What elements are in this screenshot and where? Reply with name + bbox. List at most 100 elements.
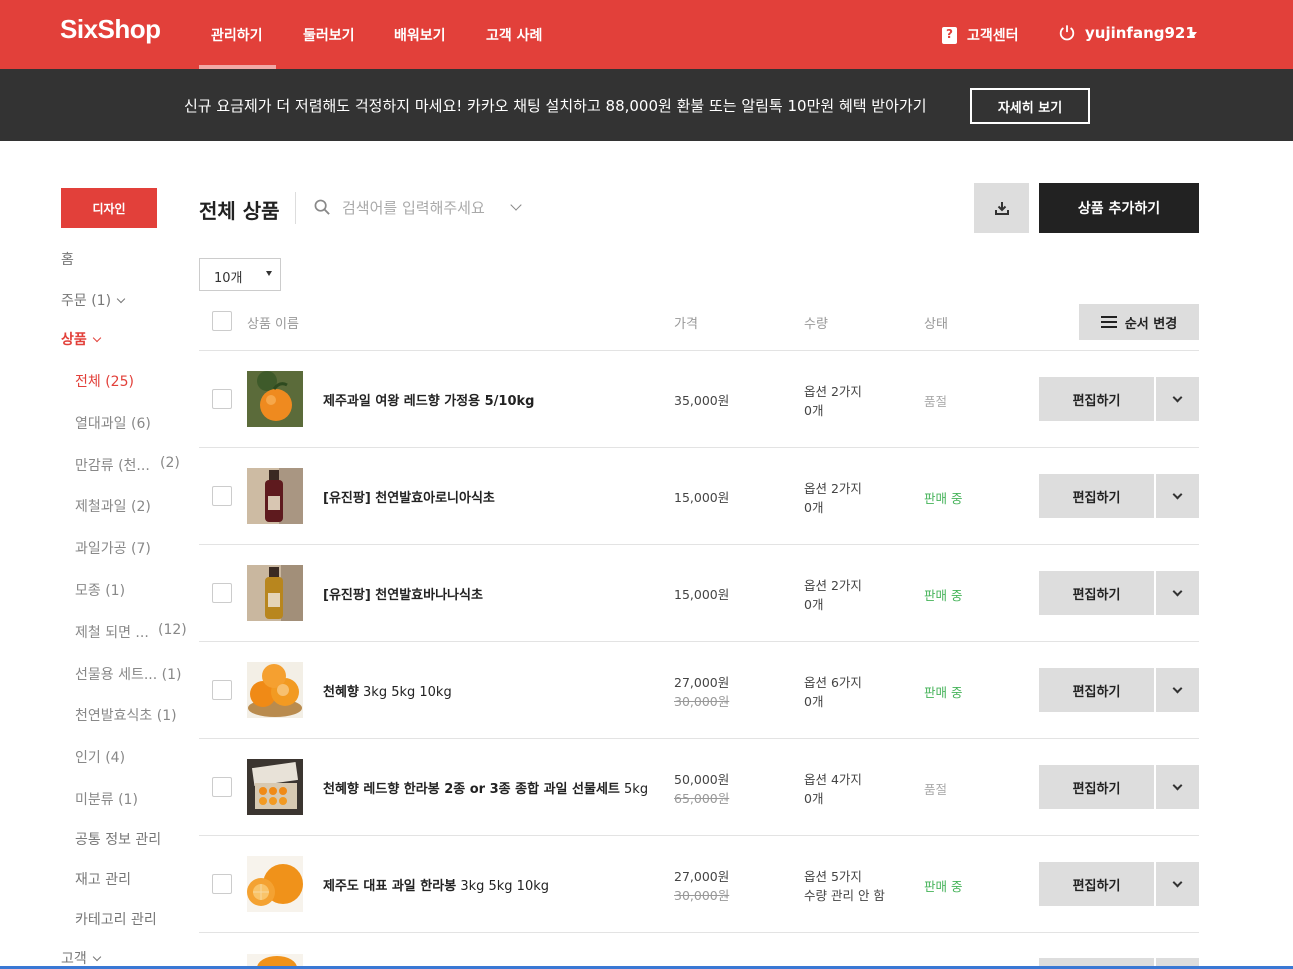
category-gift-sets[interactable]: 선물용 세트... (1) <box>75 664 182 684</box>
sixshop-logo[interactable]: SixShop <box>60 14 161 45</box>
category-count: (2) <box>160 455 180 471</box>
product-name[interactable]: 천혜향 레드향 한라봉 2종 or 3종 종합 과일 선물세트 5kg <box>323 778 648 797</box>
category-count: (2) <box>130 499 151 515</box>
product-thumbnail[interactable] <box>247 954 303 966</box>
sidebar-item-orders[interactable]: 주문 (1) <box>61 290 126 310</box>
row-menu-button[interactable] <box>1156 765 1199 809</box>
category-label: 제철과일 <box>75 499 127 515</box>
product-price: 15,000원 <box>674 490 730 505</box>
add-product-button[interactable]: 상품 추가하기 <box>1039 183 1199 233</box>
reorder-button[interactable]: 순서 변경 <box>1079 304 1199 340</box>
edit-button[interactable]: 편집하기 <box>1039 377 1154 421</box>
download-icon <box>994 202 1009 215</box>
design-button[interactable]: 디자인 <box>61 188 157 228</box>
column-header-qty: 수량 <box>804 317 828 332</box>
edit-button[interactable]: 편집하기 <box>1039 571 1154 615</box>
chevron-down-icon <box>1172 586 1183 596</box>
table-row: 천혜향 레드향 한라봉 2종 or 3종 종합 과일 선물세트 5kg 50,0… <box>199 738 1199 835</box>
category-label: 인기 <box>75 750 101 766</box>
category-count: (1) <box>161 667 182 683</box>
product-original-price: 30,000원 <box>674 694 730 709</box>
select-all-checkbox[interactable] <box>212 311 232 331</box>
sidebar-item-products[interactable]: 상품 <box>61 329 102 349</box>
category-count: (7) <box>130 541 151 557</box>
divider <box>295 192 296 224</box>
status-badge: 판매 중 <box>924 491 963 506</box>
edit-button[interactable]: 편집하기 <box>1039 862 1154 906</box>
category-citrus[interactable]: 만감류 (천... <box>75 455 150 475</box>
caret-down-icon[interactable] <box>1189 32 1197 37</box>
edit-button[interactable]: 편집하기 <box>1039 765 1154 809</box>
search-input[interactable] <box>342 196 502 220</box>
category-all[interactable]: 전체 (25) <box>75 371 134 391</box>
product-price: 27,000원 <box>674 675 730 690</box>
category-tropical[interactable]: 열대과일 (6) <box>75 413 151 433</box>
category-processed[interactable]: 과일가공 (7) <box>75 538 151 558</box>
sidebar-item-label: 고객 <box>61 951 87 967</box>
sidebar-link-inventory[interactable]: 재고 관리 <box>75 869 131 889</box>
category-count: (12) <box>158 622 187 638</box>
category-seedlings[interactable]: 모종 (1) <box>75 580 125 600</box>
category-vinegar[interactable]: 천연발효식초 (1) <box>75 705 177 725</box>
row-checkbox[interactable] <box>212 583 232 603</box>
product-quantity: 0개 <box>804 694 824 709</box>
product-thumbnail[interactable] <box>247 371 303 427</box>
product-name[interactable]: 천혜향 3kg 5kg 10kg <box>323 681 452 700</box>
row-menu-button[interactable] <box>1156 571 1199 615</box>
username: yujinfang921 <box>1085 24 1196 42</box>
product-name[interactable]: 제주과일 여왕 레드향 가정용 5/10kg <box>323 390 534 409</box>
category-seasonal[interactable]: 제철과일 (2) <box>75 496 151 516</box>
row-checkbox[interactable] <box>212 874 232 894</box>
product-name[interactable]: [유진팡] 천연발효아로니아식초 <box>323 487 495 506</box>
sidebar-item-home[interactable]: 홈 <box>61 249 74 269</box>
table-row: [유진팡] 천연발효아로니아식초 15,000원 옵션 2가지 0개 판매 중 … <box>199 447 1199 544</box>
chevron-down-icon <box>116 294 126 304</box>
nav-cases[interactable]: 고객 사례 <box>486 25 542 45</box>
product-name[interactable]: [유진팡] 천연발효바나나식초 <box>323 584 483 603</box>
product-thumbnail[interactable] <box>247 565 303 621</box>
category-popular[interactable]: 인기 (4) <box>75 747 125 767</box>
reorder-label: 순서 변경 <box>1124 316 1178 332</box>
status-badge: 품절 <box>924 782 948 797</box>
per-page-select[interactable]: 10개 <box>199 258 281 291</box>
user-menu[interactable]: yujinfang921 <box>1058 24 1196 42</box>
search-icon <box>314 199 330 215</box>
download-button[interactable] <box>974 183 1029 233</box>
help-center-link[interactable]: ? 고객센터 <box>942 25 1019 45</box>
category-label: 전체 <box>75 374 101 390</box>
row-menu-button[interactable] <box>1156 377 1199 421</box>
nav-browse[interactable]: 둘러보기 <box>303 25 355 45</box>
product-thumbnail[interactable] <box>247 759 303 815</box>
nav-manage[interactable]: 관리하기 <box>211 25 263 45</box>
product-thumbnail[interactable] <box>247 468 303 524</box>
row-checkbox[interactable] <box>212 486 232 506</box>
row-checkbox[interactable] <box>212 389 232 409</box>
banner-details-button[interactable]: 자세히 보기 <box>970 88 1090 124</box>
sidebar-link-category-manage[interactable]: 카테고리 관리 <box>75 909 157 929</box>
sidebar-item-customers[interactable]: 고객 <box>61 948 102 968</box>
row-menu-button[interactable] <box>1156 862 1199 906</box>
product-name[interactable]: 제주도 대표 과일 한라봉 3kg 5kg 10kg <box>323 875 549 894</box>
row-checkbox[interactable] <box>212 680 232 700</box>
product-options: 옵션 5가지 <box>804 869 862 884</box>
product-thumbnail[interactable] <box>247 662 303 718</box>
chevron-down-icon[interactable] <box>510 199 522 211</box>
product-price: 35,000원 <box>674 393 730 408</box>
nav-learn[interactable]: 배워보기 <box>394 25 446 45</box>
question-icon: ? <box>942 26 957 44</box>
row-checkbox[interactable] <box>212 777 232 797</box>
status-badge: 판매 중 <box>924 685 963 700</box>
product-options: 옵션 2가지 <box>804 481 862 496</box>
column-header-name: 상품 이름 <box>247 317 299 332</box>
row-menu-button[interactable] <box>1156 474 1199 518</box>
product-thumbnail[interactable] <box>247 856 303 912</box>
category-in-season-soon[interactable]: 제철 되면 ... <box>75 622 149 642</box>
row-menu-button[interactable] <box>1156 958 1199 966</box>
product-price: 27,000원 <box>674 869 730 884</box>
sidebar-link-common-info[interactable]: 공통 정보 관리 <box>75 829 161 849</box>
edit-button[interactable]: 편집하기 <box>1039 668 1154 712</box>
row-menu-button[interactable] <box>1156 668 1199 712</box>
edit-button[interactable]: 편집하기 <box>1039 474 1154 518</box>
category-uncategorized[interactable]: 미분류 (1) <box>75 789 138 809</box>
edit-button[interactable] <box>1039 958 1154 966</box>
